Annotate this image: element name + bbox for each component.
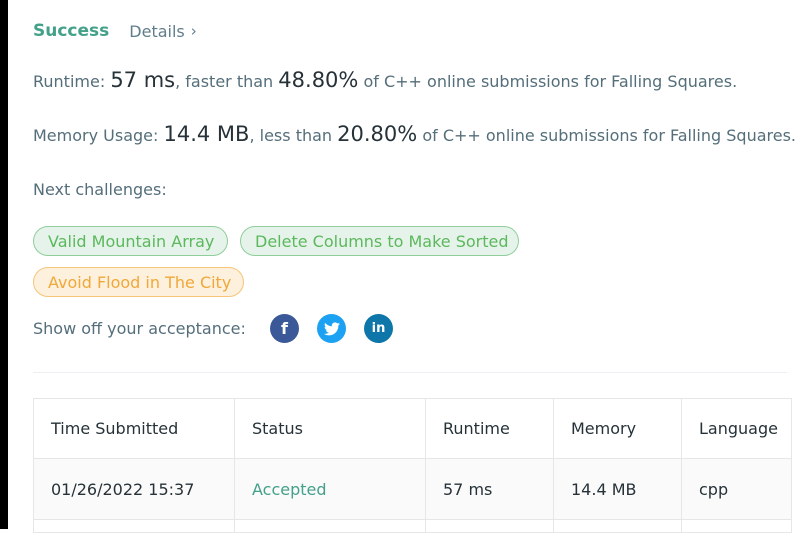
- memory-value: 14.4 MB: [163, 122, 250, 146]
- share-row: Show off your acceptance: f in: [33, 314, 411, 343]
- cell-memory: 14.4 MB: [553, 458, 682, 520]
- section-divider: [33, 372, 787, 373]
- runtime-comparison: , faster than: [175, 72, 274, 91]
- runtime-suffix: of C++ online submissions for Falling Sq…: [363, 72, 738, 91]
- twitter-icon[interactable]: [317, 314, 346, 343]
- chevron-right-icon: ›: [190, 22, 197, 40]
- details-link-label: Details: [129, 21, 185, 41]
- memory-comparison: , less than: [249, 126, 333, 145]
- twitter-bird-glyph: [323, 321, 340, 335]
- result-header: Success Details ›: [33, 18, 197, 44]
- cell-language: cpp: [681, 458, 792, 520]
- challenge-chip-delete-columns[interactable]: Delete Columns to Make Sorted: [240, 226, 519, 256]
- status-success-label: Success: [33, 21, 110, 41]
- column-header-status: Status: [234, 398, 426, 459]
- linkedin-icon[interactable]: in: [364, 314, 393, 343]
- memory-summary: Memory Usage: 14.4 MB, less than 20.80% …: [33, 122, 796, 146]
- memory-suffix: of C++ online submissions for Falling Sq…: [422, 126, 797, 145]
- table-header-row: Time Submitted Status Runtime Memory Lan…: [33, 398, 792, 459]
- share-label: Show off your acceptance:: [33, 319, 246, 338]
- table-row: 01/26/2022 15:37 Accepted 57 ms 14.4 MB …: [33, 458, 792, 520]
- challenge-chip-avoid-flood[interactable]: Avoid Flood in The City: [33, 267, 244, 297]
- next-challenges-label: Next challenges:: [33, 180, 167, 199]
- column-header-language: Language: [681, 398, 792, 459]
- column-header-memory: Memory: [553, 398, 682, 459]
- memory-percent: 20.80%: [337, 122, 418, 146]
- cell-empty: [425, 519, 554, 533]
- submissions-table: Time Submitted Status Runtime Memory Lan…: [33, 398, 792, 533]
- cell-time-submitted: 01/26/2022 15:37: [33, 458, 235, 520]
- cell-empty: [681, 519, 792, 533]
- cell-status-accepted[interactable]: Accepted: [234, 458, 426, 520]
- column-header-time: Time Submitted: [33, 398, 235, 459]
- window-edge: [0, 0, 8, 529]
- table-row: [33, 519, 792, 533]
- cell-empty: [553, 519, 682, 533]
- runtime-label: Runtime:: [33, 72, 106, 91]
- runtime-summary: Runtime: 57 ms, faster than 48.80% of C+…: [33, 68, 737, 92]
- column-header-runtime: Runtime: [425, 398, 554, 459]
- memory-label: Memory Usage:: [33, 126, 159, 145]
- facebook-icon[interactable]: f: [270, 314, 299, 343]
- cell-runtime: 57 ms: [425, 458, 554, 520]
- runtime-percent: 48.80%: [278, 68, 359, 92]
- details-link[interactable]: Details ›: [129, 22, 196, 41]
- challenge-chip-valid-mountain-array[interactable]: Valid Mountain Array: [33, 226, 228, 256]
- cell-empty: [33, 519, 235, 533]
- cell-empty: [234, 519, 426, 533]
- runtime-value: 57 ms: [110, 68, 176, 92]
